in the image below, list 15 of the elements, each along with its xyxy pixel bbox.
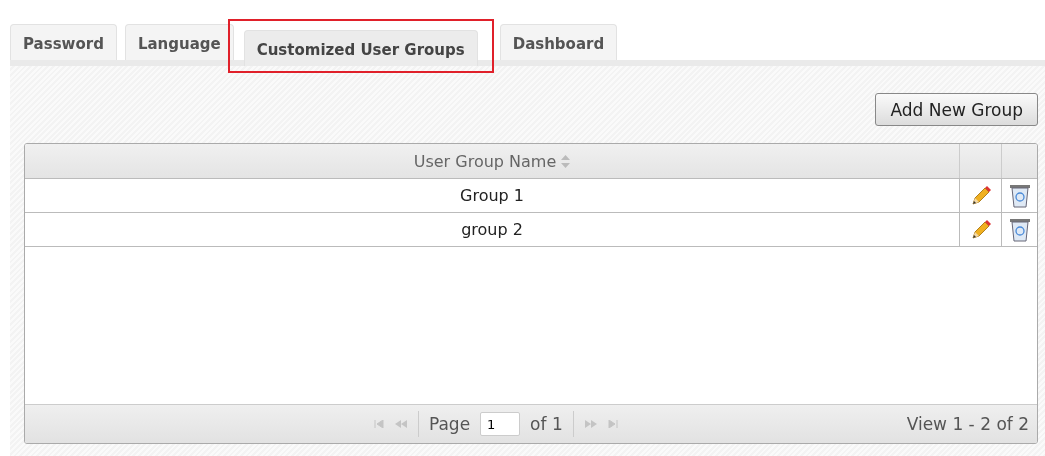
page-input[interactable]: 1 <box>480 412 521 436</box>
pencil-icon[interactable] <box>969 218 992 241</box>
pencil-icon[interactable] <box>969 184 992 207</box>
tab[interactable]: Customized User Groups <box>243 30 478 66</box>
tab[interactable]: Language <box>124 24 234 60</box>
record-count: View 1 - 2 of 2 <box>906 414 1030 434</box>
trash-icon[interactable] <box>1008 183 1031 208</box>
tab[interactable]: Dashboard <box>499 24 618 60</box>
page-label: Page <box>428 414 471 434</box>
add-group-button[interactable]: Add New Group <box>875 93 1038 126</box>
table-cell-text: Group 1 <box>459 185 525 207</box>
page-count: of 1 <box>530 414 563 434</box>
table-cell-text: group 2 <box>460 219 524 241</box>
tab[interactable]: Password <box>10 24 117 60</box>
trash-icon[interactable] <box>1008 217 1031 242</box>
